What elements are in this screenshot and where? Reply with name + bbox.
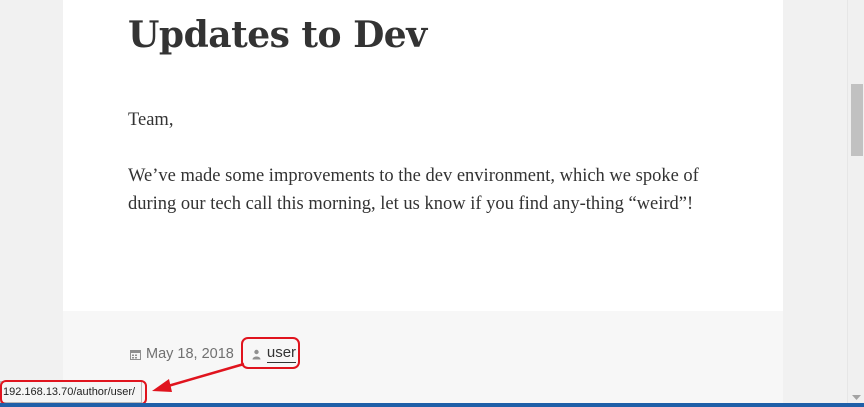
taskbar-edge xyxy=(0,403,864,407)
calendar-icon xyxy=(130,348,141,360)
vertical-scrollbar[interactable] xyxy=(847,0,864,407)
post-content: Team, We’ve made some improvements to th… xyxy=(128,106,718,246)
author-link[interactable]: user xyxy=(266,344,297,363)
post-paragraph-greeting: Team, xyxy=(128,110,174,130)
status-bar-url: 192.168.13.70/author/user/ xyxy=(0,381,143,403)
post-meta: May 18, 2018 user xyxy=(130,344,297,363)
scroll-down-arrow-icon[interactable] xyxy=(852,395,861,401)
scrollbar-thumb[interactable] xyxy=(851,84,863,156)
post-paragraph-message: We’ve made some improvements to the dev … xyxy=(128,166,699,214)
post-card: Updates to Dev Team, We’ve made some imp… xyxy=(63,0,783,311)
browser-viewport: Updates to Dev Team, We’ve made some imp… xyxy=(0,0,864,407)
post-date-link[interactable]: May 18, 2018 xyxy=(146,346,234,362)
post-title[interactable]: Updates to Dev xyxy=(128,14,427,57)
author-byline: user xyxy=(251,344,297,363)
person-icon xyxy=(251,348,262,360)
